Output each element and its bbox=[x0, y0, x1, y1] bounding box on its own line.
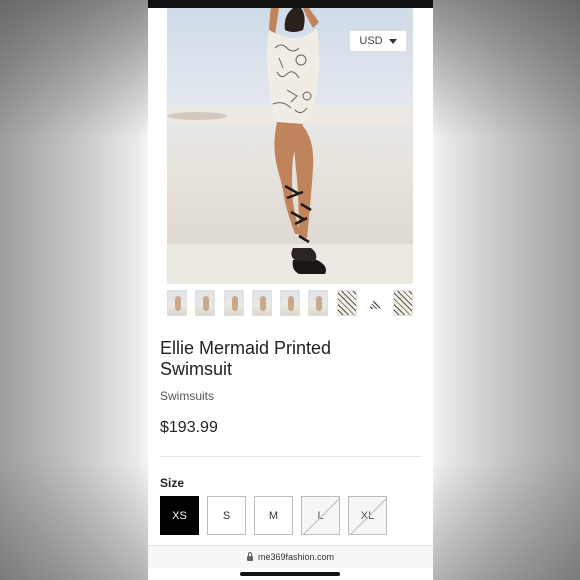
thumbnail-3[interactable] bbox=[223, 290, 244, 316]
size-option-xl[interactable]: XL bbox=[348, 496, 387, 535]
product-title: Ellie Mermaid Printed Swimsuit bbox=[160, 338, 332, 379]
size-option-l[interactable]: L bbox=[301, 496, 340, 535]
size-option-s[interactable]: S bbox=[207, 496, 246, 535]
size-label: Size bbox=[160, 476, 185, 490]
product-price: $193.99 bbox=[160, 419, 218, 436]
divider bbox=[160, 456, 421, 457]
product-main-image[interactable]: USD bbox=[167, 8, 413, 284]
chevron-down-icon bbox=[388, 38, 397, 44]
thumbnail-1[interactable] bbox=[167, 290, 187, 316]
home-indicator[interactable] bbox=[240, 572, 340, 576]
size-option-xs[interactable]: XS bbox=[160, 496, 199, 535]
thumbnail-9[interactable] bbox=[393, 290, 413, 316]
currency-selector[interactable]: USD bbox=[349, 30, 407, 52]
thumbnail-6[interactable] bbox=[308, 290, 329, 316]
thumbnail-8[interactable] bbox=[364, 290, 385, 316]
product-category[interactable]: Swimsuits bbox=[160, 389, 214, 403]
size-option-m[interactable]: M bbox=[254, 496, 293, 535]
url-text: me369fashion.com bbox=[257, 552, 335, 562]
currency-value: USD bbox=[359, 35, 383, 47]
thumbnail-7[interactable] bbox=[336, 290, 357, 316]
phone-screen: USD Ellie Mermaid Printed Swimsuit Swims… bbox=[148, 0, 433, 580]
thumbnail-5[interactable] bbox=[280, 290, 300, 316]
thumbnail-2[interactable] bbox=[195, 290, 216, 316]
status-bar bbox=[148, 0, 433, 8]
size-options: XS S M L XL bbox=[160, 496, 387, 535]
lock-icon bbox=[246, 551, 253, 561]
thumbnail-4[interactable] bbox=[251, 290, 272, 316]
browser-address-bar[interactable]: me369fashion.com bbox=[148, 545, 433, 568]
image-thumbnails bbox=[167, 290, 413, 318]
